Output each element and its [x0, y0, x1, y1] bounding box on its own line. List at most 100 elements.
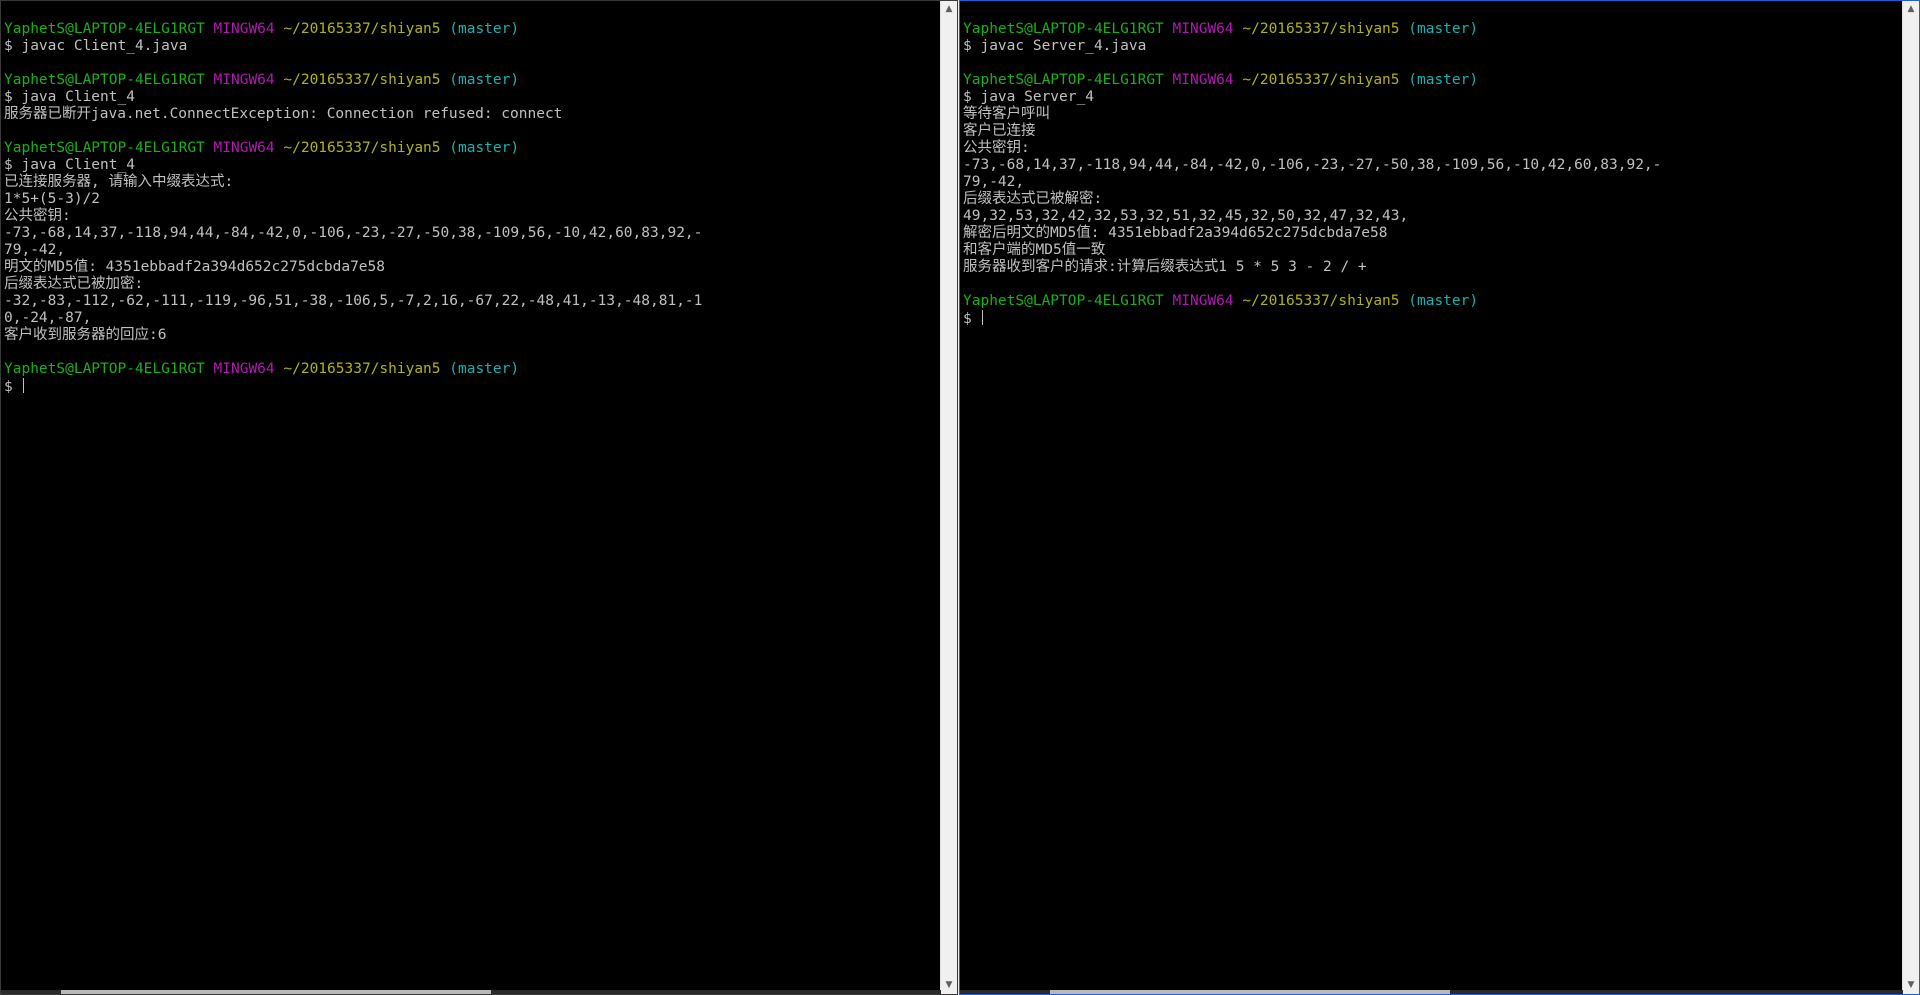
output-line: 后缀表达式已被解密:: [963, 191, 1895, 208]
prompt-msystem: MINGW64: [1172, 72, 1234, 88]
prompt-line: YaphetS@LAPTOP-4ELG1RGT MINGW64 ~/201653…: [963, 293, 1895, 310]
prompt-branch: (master): [1408, 293, 1479, 309]
prompt-branch: (master): [1408, 21, 1479, 37]
scroll-down-arrow-icon[interactable]: ▼: [941, 977, 957, 994]
prompt-user-host: YaphetS@LAPTOP-4ELG1RGT: [963, 293, 1164, 309]
output-line: 和客户端的MD5值一致: [963, 242, 1895, 259]
prompt-user-host: YaphetS@LAPTOP-4ELG1RGT: [963, 21, 1164, 37]
vertical-scrollbar[interactable]: ▲ ▼: [1902, 1, 1919, 994]
prompt-symbol: $: [963, 311, 981, 327]
output-text: 已连接服务器, 请输入中缀表达式:: [4, 174, 234, 190]
prompt-symbol: $: [4, 379, 22, 395]
prompt-user-host: YaphetS@LAPTOP-4ELG1RGT: [4, 140, 205, 156]
output-line: $ javac Client_4.java: [4, 38, 933, 55]
prompt-line: YaphetS@LAPTOP-4ELG1RGT MINGW64 ~/201653…: [963, 72, 1895, 89]
output-line: 等待客户呼叫: [963, 106, 1895, 123]
desktop: YaphetS@LAPTOP-4ELG1RGT MINGW64 ~/201653…: [0, 0, 1920, 995]
prompt-msystem: MINGW64: [213, 72, 275, 88]
output-line: $ java Client_4: [4, 157, 933, 174]
output-line: 79,-42,: [963, 174, 1895, 191]
prompt-user-host: YaphetS@LAPTOP-4ELG1RGT: [4, 72, 205, 88]
prompt-branch: (master): [449, 72, 520, 88]
output-text: 服务器已断开java.net.ConnectException: Connect…: [4, 106, 563, 122]
prompt-msystem: MINGW64: [1172, 293, 1234, 309]
output-text: 79,-42,: [963, 174, 1025, 190]
terminal-window-server[interactable]: YaphetS@LAPTOP-4ELG1RGT MINGW64 ~/201653…: [959, 0, 1920, 995]
prompt-path: ~/20165337/shiyan5: [1242, 21, 1400, 37]
output-text: 服务器收到客户的请求:计算后缀表达式1 5 * 5 3 - 2 / +: [963, 259, 1367, 275]
horizontal-scrollbar[interactable]: [960, 990, 1903, 994]
output-text: -73,-68,14,37,-118,94,44,-84,-42,0,-106,…: [963, 157, 1662, 173]
prompt-path: ~/20165337/shiyan5: [283, 361, 441, 377]
output-line: -32,-83,-112,-62,-111,-119,-96,51,-38,-1…: [4, 293, 933, 310]
output-text: -32,-83,-112,-62,-111,-119,-96,51,-38,-1…: [4, 293, 703, 309]
output-line: 1*5+(5-3)/2: [4, 191, 933, 208]
output-text: 后缀表达式已被加密:: [4, 276, 144, 292]
terminal-window-client[interactable]: YaphetS@LAPTOP-4ELG1RGT MINGW64 ~/201653…: [0, 0, 958, 995]
output-line: 客户收到服务器的回应:6: [4, 327, 933, 344]
output-text: 0,-24,-87,: [4, 310, 92, 326]
horizontal-scrollbar-thumb[interactable]: [61, 990, 491, 994]
output-line: $ javac Server_4.java: [963, 38, 1895, 55]
output-line: 后缀表达式已被加密:: [4, 276, 933, 293]
prompt-user-host: YaphetS@LAPTOP-4ELG1RGT: [4, 361, 205, 377]
output-text: $ javac Server_4.java: [963, 38, 1147, 54]
prompt-msystem: MINGW64: [1172, 21, 1234, 37]
output-text: 明文的MD5值: 4351ebbadf2a394d652c275dcbda7e5…: [4, 259, 385, 275]
prompt-msystem: MINGW64: [213, 140, 275, 156]
output-text: $ java Client_4: [4, 89, 135, 105]
prompt-line: YaphetS@LAPTOP-4ELG1RGT MINGW64 ~/201653…: [963, 21, 1895, 38]
output-line: 服务器收到客户的请求:计算后缀表达式1 5 * 5 3 - 2 / +: [963, 259, 1895, 276]
prompt-user-host: YaphetS@LAPTOP-4ELG1RGT: [963, 72, 1164, 88]
output-line: 已连接服务器, 请输入中缀表达式:: [4, 174, 933, 191]
output-line: -73,-68,14,37,-118,94,44,-84,-42,0,-106,…: [963, 157, 1895, 174]
scroll-up-arrow-icon[interactable]: ▲: [1903, 1, 1919, 18]
output-line: $ java Server_4: [963, 89, 1895, 106]
output-text: 49,32,53,32,42,32,53,32,51,32,45,32,50,3…: [963, 208, 1409, 224]
output-text: 公共密钥:: [4, 208, 71, 224]
prompt-line: YaphetS@LAPTOP-4ELG1RGT MINGW64 ~/201653…: [4, 72, 933, 89]
output-text: $ java Client_4: [4, 157, 135, 173]
input-line: $: [4, 378, 933, 395]
output-line: -73,-68,14,37,-118,94,44,-84,-42,0,-106,…: [4, 225, 933, 242]
prompt-path: ~/20165337/shiyan5: [283, 21, 441, 37]
prompt-path: ~/20165337/shiyan5: [1242, 72, 1400, 88]
prompt-path: ~/20165337/shiyan5: [283, 140, 441, 156]
text-cursor[interactable]: [982, 310, 984, 325]
prompt-path: ~/20165337/shiyan5: [283, 72, 441, 88]
prompt-branch: (master): [449, 361, 520, 377]
output-line: $ java Client_4: [4, 89, 933, 106]
output-line: 公共密钥:: [4, 208, 933, 225]
output-text: 后缀表达式已被解密:: [963, 191, 1103, 207]
prompt-line: YaphetS@LAPTOP-4ELG1RGT MINGW64 ~/201653…: [4, 140, 933, 157]
prompt-msystem: MINGW64: [213, 21, 275, 37]
output-line: 客户已连接: [963, 123, 1895, 140]
terminal-output-client[interactable]: YaphetS@LAPTOP-4ELG1RGT MINGW64 ~/201653…: [4, 21, 933, 988]
horizontal-scrollbar[interactable]: [1, 990, 941, 994]
output-text: -73,-68,14,37,-118,94,44,-84,-42,0,-106,…: [4, 225, 703, 241]
horizontal-scrollbar-thumb[interactable]: [1050, 990, 1450, 994]
output-line: 服务器已断开java.net.ConnectException: Connect…: [4, 106, 933, 123]
output-text: 解密后明文的MD5值: 4351ebbadf2a394d652c275dcbda…: [963, 225, 1388, 241]
prompt-branch: (master): [449, 140, 520, 156]
prompt-line: YaphetS@LAPTOP-4ELG1RGT MINGW64 ~/201653…: [4, 21, 933, 38]
scroll-down-arrow-icon[interactable]: ▼: [1903, 977, 1919, 994]
prompt-branch: (master): [1408, 72, 1479, 88]
output-text: 和客户端的MD5值一致: [963, 242, 1106, 258]
prompt-user-host: YaphetS@LAPTOP-4ELG1RGT: [4, 21, 205, 37]
terminal-output-server[interactable]: YaphetS@LAPTOP-4ELG1RGT MINGW64 ~/201653…: [963, 21, 1895, 988]
prompt-msystem: MINGW64: [213, 361, 275, 377]
prompt-branch: (master): [449, 21, 520, 37]
text-cursor[interactable]: [23, 378, 25, 393]
output-text: 等待客户呼叫: [963, 106, 1050, 122]
output-text: 79,-42,: [4, 242, 66, 258]
scroll-up-arrow-icon[interactable]: ▲: [941, 1, 957, 18]
vertical-scrollbar[interactable]: ▲ ▼: [940, 1, 957, 994]
prompt-line: YaphetS@LAPTOP-4ELG1RGT MINGW64 ~/201653…: [4, 361, 933, 378]
prompt-path: ~/20165337/shiyan5: [1242, 293, 1400, 309]
output-text: 公共密钥:: [963, 140, 1030, 156]
